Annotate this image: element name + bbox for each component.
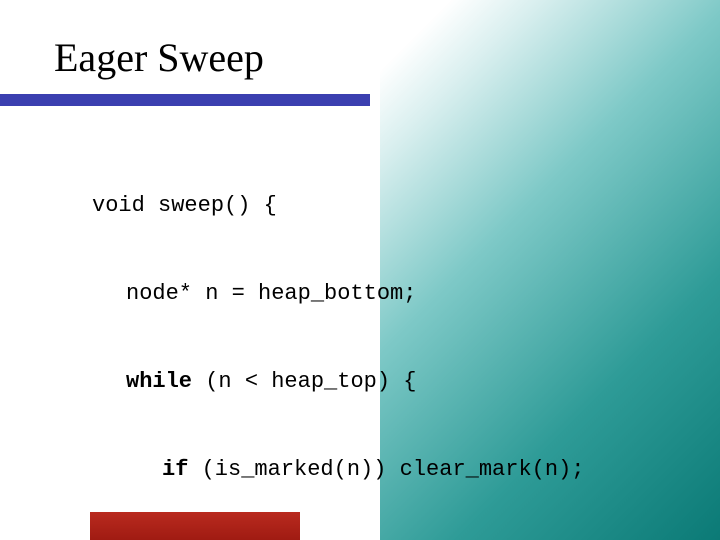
- title-underline: [0, 94, 370, 106]
- footer-accent: [90, 512, 300, 540]
- code-line: if (is_marked(n)) clear_mark(n);: [92, 448, 690, 492]
- left-margin: [0, 0, 54, 540]
- keyword-while: while: [126, 369, 192, 394]
- code-line: while (n < heap_top) {: [92, 360, 690, 404]
- keyword-if: if: [162, 457, 188, 482]
- slide-title: Eager Sweep: [54, 34, 264, 81]
- slide: Eager Sweep void sweep() { node* n = hea…: [0, 0, 720, 540]
- code-line: node* n = heap_bottom;: [92, 272, 690, 316]
- code-block: void sweep() { node* n = heap_bottom; wh…: [92, 140, 690, 540]
- code-text: (is_marked(n)) clear_mark(n);: [188, 457, 584, 482]
- code-text: (n < heap_top) {: [192, 369, 416, 394]
- code-line: void sweep() {: [92, 184, 690, 228]
